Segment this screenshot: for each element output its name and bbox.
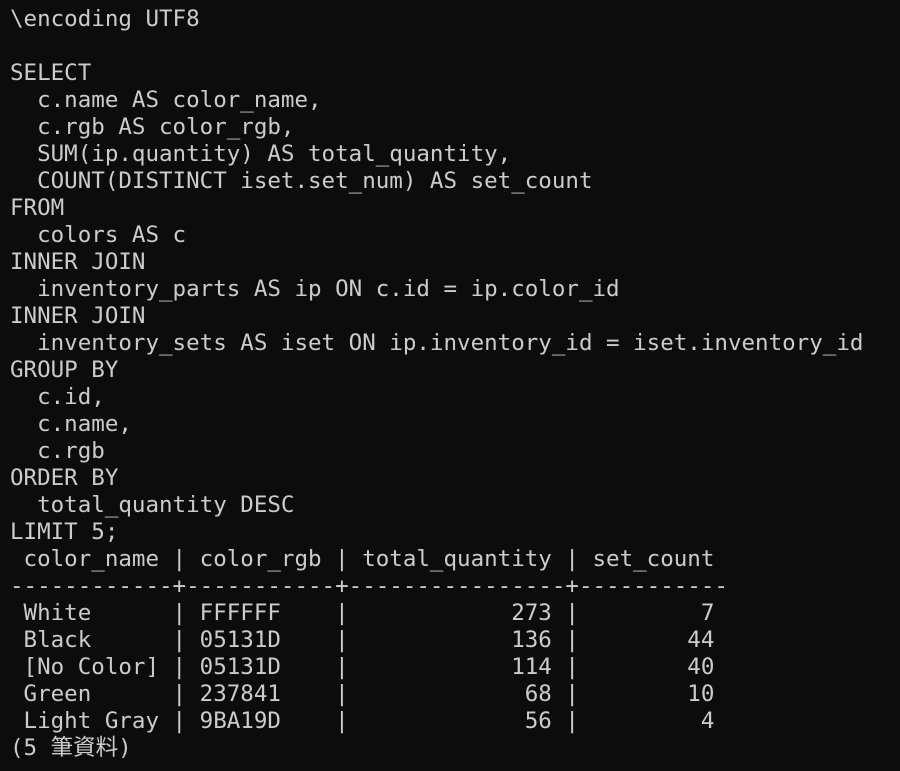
sql-line-join-inventory-sets: inventory_sets AS iset ON ip.inventory_i… [10,330,864,356]
result-table-row: [No Color] | 05131D | 114 | 40 [10,654,715,680]
sql-line-group-id: c.id, [10,384,105,410]
result-table-row: Black | 05131D | 136 | 44 [10,627,715,653]
sql-line-select-set-count: COUNT(DISTINCT iset.set_num) AS set_coun… [10,168,593,194]
result-row-count: (5 筆資料) [10,735,132,761]
sql-line-select-color-rgb: c.rgb AS color_rgb, [10,114,295,140]
sql-line-from: FROM [10,195,65,221]
sql-line-order-total: total_quantity DESC [10,492,295,518]
sql-line-group-name: c.name, [10,411,132,437]
sql-line-limit: LIMIT 5; [10,519,119,545]
sql-line-group-by: GROUP BY [10,357,119,383]
sql-line-inner-join-2: INNER JOIN [10,303,146,329]
terminal-line-command: \encoding UTF8 [10,6,200,32]
result-table-row: Light Gray | 9BA19D | 56 | 4 [10,708,715,734]
sql-line-inner-join-1: INNER JOIN [10,249,146,275]
sql-line-select-color-name: c.name AS color_name, [10,87,322,113]
result-table-header: color_name | color_rgb | total_quantity … [10,546,715,572]
sql-line-from-colors: colors AS c [10,222,187,248]
result-table-row: White | FFFFFF | 273 | 7 [10,600,715,626]
terminal-output: \encoding UTF8 SELECT c.name AS color_nam… [10,6,863,762]
result-table-row: Green | 237841 | 68 | 10 [10,681,715,707]
terminal-window[interactable]: \encoding UTF8 SELECT c.name AS color_nam… [0,0,900,771]
sql-line-join-inventory-parts: inventory_parts AS ip ON c.id = ip.color… [10,276,620,302]
sql-line-select-total-quantity: SUM(ip.quantity) AS total_quantity, [10,141,512,167]
sql-line-order-by: ORDER BY [10,465,119,491]
sql-line-select: SELECT [10,60,92,86]
sql-line-group-rgb: c.rgb [10,438,105,464]
result-table-separator: ------------+-----------+---------------… [10,573,728,599]
